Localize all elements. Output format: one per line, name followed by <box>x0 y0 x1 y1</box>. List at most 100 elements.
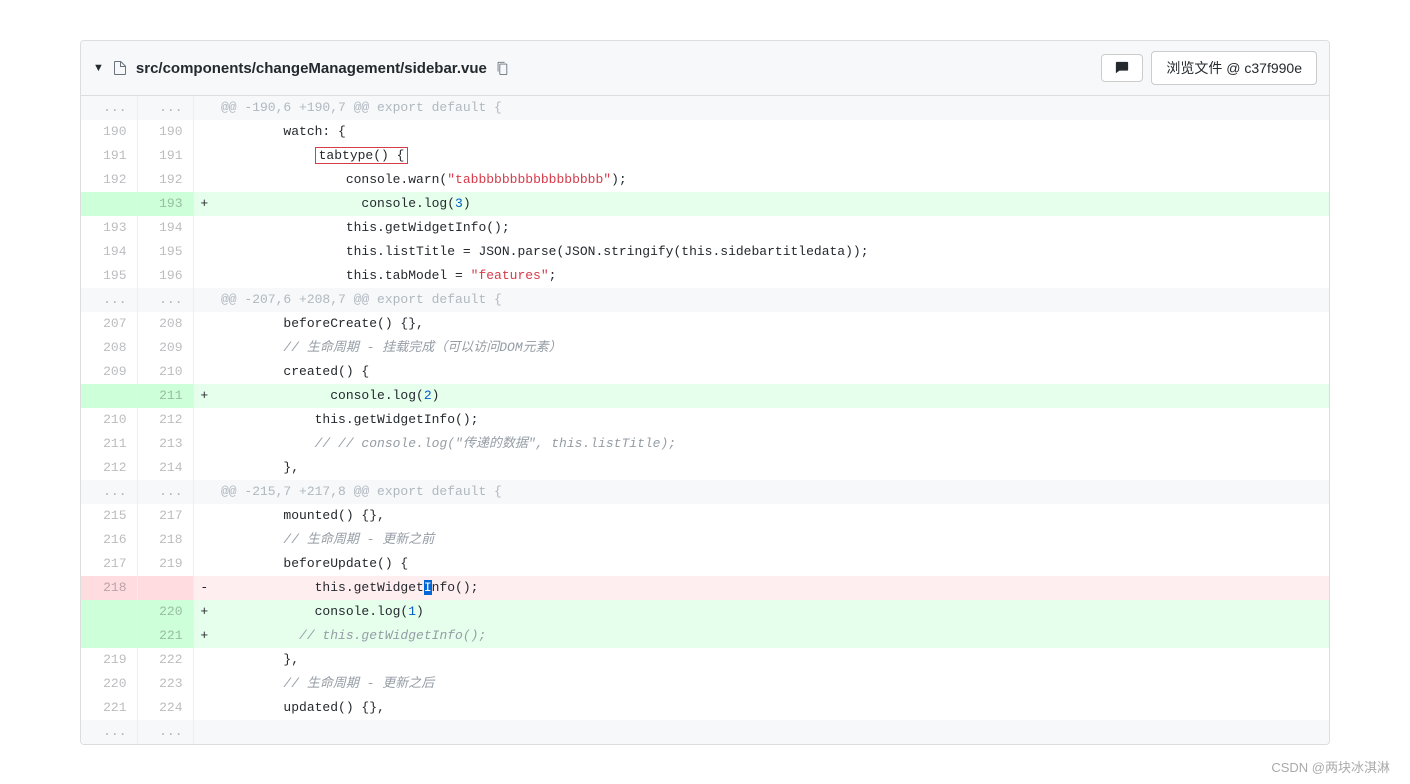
line-number-new[interactable]: 223 <box>137 672 193 696</box>
diff-sign <box>193 216 215 240</box>
code-cell[interactable]: updated() {}, <box>215 696 1329 720</box>
code-cell[interactable]: @@ -190,6 +190,7 @@ export default { <box>215 96 1329 120</box>
diff-row: 193194 this.getWidgetInfo(); <box>81 216 1329 240</box>
line-number-old[interactable]: 191 <box>81 144 137 168</box>
diff-sign: + <box>193 192 215 216</box>
line-number-new[interactable]: 218 <box>137 528 193 552</box>
line-number-new[interactable]: ... <box>137 96 193 120</box>
line-number-new[interactable]: ... <box>137 288 193 312</box>
code-cell[interactable]: this.listTitle = JSON.parse(JSON.stringi… <box>215 240 1329 264</box>
line-number-old[interactable]: 209 <box>81 360 137 384</box>
code-cell[interactable]: this.getWidgetInfo(); <box>215 216 1329 240</box>
code-cell[interactable]: console.log(2) <box>215 384 1329 408</box>
line-number-new[interactable]: 192 <box>137 168 193 192</box>
code-cell[interactable]: console.warn("tabbbbbbbbbbbbbbbbb"); <box>215 168 1329 192</box>
comment-button[interactable] <box>1101 54 1143 82</box>
file-path[interactable]: src/components/changeManagement/sidebar.… <box>136 60 487 77</box>
line-number-old[interactable]: 194 <box>81 240 137 264</box>
line-number-old[interactable]: 212 <box>81 456 137 480</box>
code-cell[interactable]: // // console.log("传递的数据", this.listTitl… <box>215 432 1329 456</box>
fold-toggle-icon[interactable]: ▼ <box>93 62 104 74</box>
line-number-new[interactable]: 195 <box>137 240 193 264</box>
line-number-old[interactable]: ... <box>81 288 137 312</box>
line-number-old[interactable]: 219 <box>81 648 137 672</box>
code-cell[interactable]: tabtype() { <box>215 144 1329 168</box>
diff-sign <box>193 720 215 744</box>
line-number-old[interactable]: 218 <box>81 576 137 600</box>
line-number-old[interactable]: 221 <box>81 696 137 720</box>
line-number-old[interactable] <box>81 600 137 624</box>
line-number-old[interactable]: 192 <box>81 168 137 192</box>
code-cell[interactable]: beforeCreate() {}, <box>215 312 1329 336</box>
code-cell[interactable]: // 生命周期 - 更新之后 <box>215 672 1329 696</box>
line-number-new[interactable]: 220 <box>137 600 193 624</box>
line-number-new[interactable]: 211 <box>137 384 193 408</box>
line-number-new[interactable]: 194 <box>137 216 193 240</box>
line-number-old[interactable]: 195 <box>81 264 137 288</box>
line-number-old[interactable]: 208 <box>81 336 137 360</box>
code-cell[interactable]: @@ -207,6 +208,7 @@ export default { <box>215 288 1329 312</box>
line-number-old[interactable]: 207 <box>81 312 137 336</box>
line-number-new[interactable]: 208 <box>137 312 193 336</box>
line-number-new[interactable]: 213 <box>137 432 193 456</box>
diff-sign: - <box>193 576 215 600</box>
diff-sign: + <box>193 624 215 648</box>
line-number-old[interactable] <box>81 192 137 216</box>
code-cell[interactable]: // 生命周期 - 挂载完成（可以访问DOM元素） <box>215 336 1329 360</box>
code-cell[interactable]: // 生命周期 - 更新之前 <box>215 528 1329 552</box>
line-number-new[interactable]: 222 <box>137 648 193 672</box>
line-number-old[interactable]: 210 <box>81 408 137 432</box>
line-number-old[interactable]: 216 <box>81 528 137 552</box>
line-number-new[interactable]: 217 <box>137 504 193 528</box>
code-cell[interactable]: }, <box>215 456 1329 480</box>
line-number-new[interactable]: 196 <box>137 264 193 288</box>
line-number-new[interactable]: ... <box>137 480 193 504</box>
line-number-old[interactable]: 217 <box>81 552 137 576</box>
line-number-old[interactable]: 193 <box>81 216 137 240</box>
diff-row: 208209 // 生命周期 - 挂载完成（可以访问DOM元素） <box>81 336 1329 360</box>
code-cell[interactable]: watch: { <box>215 120 1329 144</box>
diff-row: 195196 this.tabModel = "features"; <box>81 264 1329 288</box>
copy-path-icon[interactable] <box>495 61 509 75</box>
line-number-new[interactable]: 190 <box>137 120 193 144</box>
diff-row: 209210 created() { <box>81 360 1329 384</box>
line-number-old[interactable]: 190 <box>81 120 137 144</box>
code-cell[interactable] <box>215 720 1329 744</box>
diff-sign <box>193 648 215 672</box>
code-cell[interactable]: // this.getWidgetInfo(); <box>215 624 1329 648</box>
diff-row: 212214 }, <box>81 456 1329 480</box>
code-cell[interactable]: @@ -215,7 +217,8 @@ export default { <box>215 480 1329 504</box>
code-cell[interactable]: this.getWidgetInfo(); <box>215 576 1329 600</box>
code-cell[interactable]: this.tabModel = "features"; <box>215 264 1329 288</box>
line-number-new[interactable] <box>137 576 193 600</box>
line-number-new[interactable]: 219 <box>137 552 193 576</box>
line-number-old[interactable]: 220 <box>81 672 137 696</box>
line-number-new[interactable]: 209 <box>137 336 193 360</box>
line-number-old[interactable]: ... <box>81 480 137 504</box>
code-cell[interactable]: }, <box>215 648 1329 672</box>
line-number-old[interactable] <box>81 624 137 648</box>
line-number-new[interactable]: 224 <box>137 696 193 720</box>
code-cell[interactable]: beforeUpdate() { <box>215 552 1329 576</box>
line-number-new[interactable]: 193 <box>137 192 193 216</box>
code-cell[interactable]: mounted() {}, <box>215 504 1329 528</box>
diff-row: 211+ console.log(2) <box>81 384 1329 408</box>
diff-sign <box>193 408 215 432</box>
line-number-new[interactable]: 214 <box>137 456 193 480</box>
line-number-new[interactable]: 210 <box>137 360 193 384</box>
line-number-old[interactable]: ... <box>81 96 137 120</box>
line-number-new[interactable]: 212 <box>137 408 193 432</box>
code-cell[interactable]: console.log(1) <box>215 600 1329 624</box>
line-number-old[interactable]: 211 <box>81 432 137 456</box>
line-number-new[interactable]: ... <box>137 720 193 744</box>
line-number-new[interactable]: 221 <box>137 624 193 648</box>
diff-sign <box>193 312 215 336</box>
line-number-old[interactable]: 215 <box>81 504 137 528</box>
code-cell[interactable]: console.log(3) <box>215 192 1329 216</box>
code-cell[interactable]: created() { <box>215 360 1329 384</box>
browse-file-button[interactable]: 浏览文件 @ c37f990e <box>1151 51 1317 85</box>
line-number-new[interactable]: 191 <box>137 144 193 168</box>
code-cell[interactable]: this.getWidgetInfo(); <box>215 408 1329 432</box>
line-number-old[interactable] <box>81 384 137 408</box>
line-number-old[interactable]: ... <box>81 720 137 744</box>
